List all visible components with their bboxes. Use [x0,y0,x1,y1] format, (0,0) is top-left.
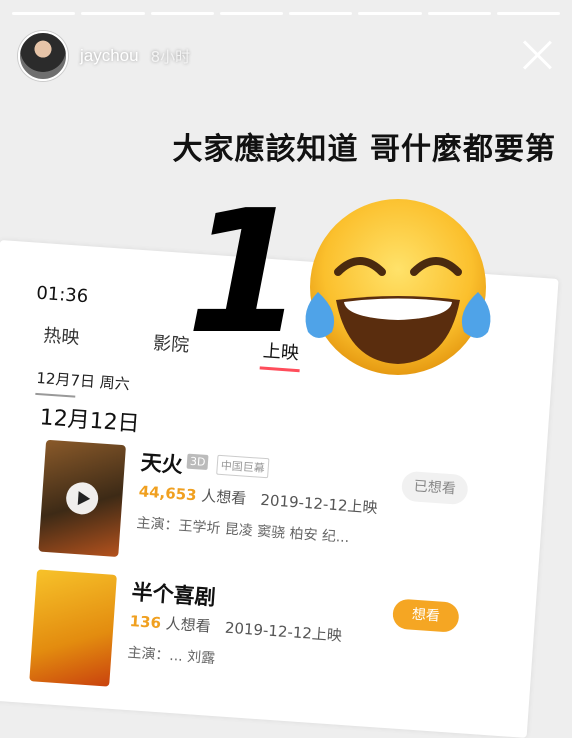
movie-poster[interactable] [29,569,117,687]
cast-list: 主演：王学圻 昆凌 窦骁 柏安 纪... [136,515,350,547]
want-button[interactable]: 想看 [391,598,460,633]
progress-segment [150,12,214,15]
progress-segment [12,12,76,15]
story-header: jaychou 8小时 [18,28,554,84]
post-time: 8小时 [150,47,191,66]
want-count: 44,653 [138,482,198,505]
date-header-large: 12月12日 [38,405,141,438]
want-label: 人想看 [200,486,247,508]
play-icon[interactable] [65,481,100,516]
progress-segment [358,12,422,15]
username[interactable]: jaychou [80,46,139,66]
want-info: 136 人想看 2019-12-12上映 [129,610,343,646]
status-clock: 01:36 [35,282,89,308]
story-progress-bar [12,12,560,15]
release-date: 2019-12-12上映 [224,618,343,645]
3d-badge: 3D [186,453,209,471]
movie-card[interactable]: 半个喜剧 136 人想看 2019-12-12上映 主演：... 刘露 想看 [29,569,496,721]
progress-segment [81,12,145,15]
progress-segment [289,12,353,15]
progress-segment [219,12,283,15]
close-icon[interactable] [520,38,554,72]
avatar[interactable] [18,31,68,81]
story-caption: 大家應該知道 哥什麼都要第 [172,132,556,167]
movie-title: 天火 [139,450,184,478]
big-number-one: 1 [186,174,305,372]
date-header-small: 12月7日 周六 [35,368,131,394]
divider [35,392,76,398]
progress-segment [427,12,491,15]
movie-poster[interactable] [38,439,126,558]
tab-now-showing[interactable]: 热映 [43,321,155,355]
tears-of-joy-emoji-icon [305,199,491,375]
progress-segment [496,12,560,15]
format-badge: 中国巨幕 [216,454,270,479]
want-count: 136 [129,612,162,633]
movie-title: 半个喜剧 [130,580,217,610]
movie-card[interactable]: 天火 3D 中国巨幕 44,653 人想看 2019-12-12上映 主演：王学… [38,439,505,592]
want-label: 人想看 [165,614,212,636]
want-info: 44,653 人想看 2019-12-12上映 [138,480,378,518]
cast-list: 主演：... 刘露 [126,644,216,668]
wanted-button[interactable]: 已想看 [400,470,469,506]
release-date: 2019-12-12上映 [259,490,379,517]
